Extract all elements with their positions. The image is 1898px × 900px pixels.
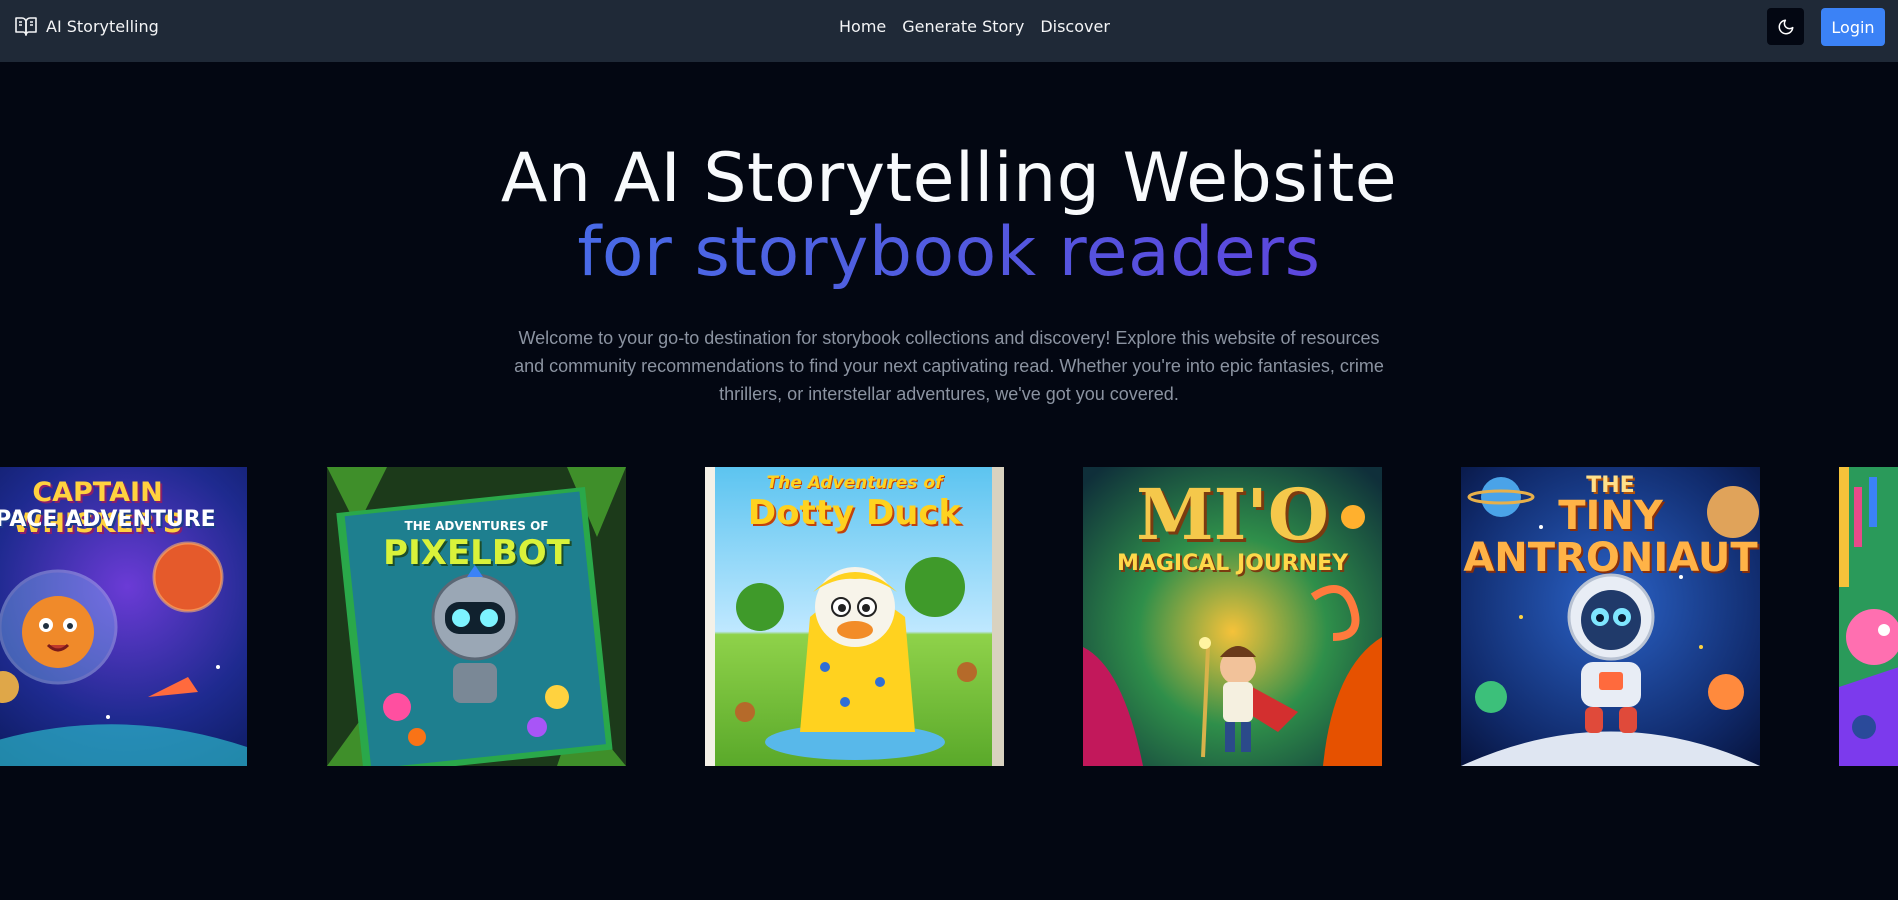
nav-discover[interactable]: Discover [1040, 17, 1110, 36]
book-cover-captain-whiskers[interactable]: CAPTAIN WHISKER'S SPACE ADVENTURE [0, 467, 247, 766]
book-cover-pixelbot[interactable]: THE ADVENTURES OF PIXELBOT [327, 467, 626, 766]
book-cover-title: PIXELBOT [383, 533, 570, 573]
book-carousel: CAPTAIN WHISKER'S SPACE ADVENTURE THE AD… [0, 467, 1898, 766]
book-cover-mio-magical-journey[interactable]: MI'O MAGICAL JOURNEY [1083, 467, 1382, 766]
book-cover-art [327, 467, 626, 766]
moon-icon [1778, 19, 1793, 34]
book-cover-partial[interactable] [1839, 467, 1898, 766]
brand-name: AI Storytelling [46, 16, 159, 36]
book-cover-art [1839, 467, 1898, 766]
hero-title-line1: An AI Storytelling Website [500, 139, 1398, 218]
book-cover-subtitle: SPACE ADVENTURE [0, 507, 216, 532]
hero-description: Welcome to your go-to destination for st… [514, 328, 1384, 404]
book-cover-title: Dotty Duck [747, 493, 962, 533]
hero-title: An AI Storytelling Website for storybook… [0, 142, 1898, 290]
nav-home[interactable]: Home [839, 17, 886, 36]
book-cover-tiny-antroniaut[interactable]: THE TINY ANTRONIAUT [1461, 467, 1760, 766]
theme-toggle-button[interactable] [1767, 8, 1804, 45]
main-nav: Home Generate Story Discover [839, 14, 1110, 38]
hero-title-line2: for storybook readers [0, 216, 1898, 290]
open-book-icon [15, 17, 37, 36]
login-button[interactable]: Login [1821, 8, 1885, 46]
brand-link[interactable]: AI Storytelling [14, 14, 159, 38]
book-cover-title: TINY ANTRONIAUT [1463, 493, 1758, 581]
book-cover-dotty-duck[interactable]: The Adventures of Dotty Duck [705, 467, 1004, 766]
nav-generate-story[interactable]: Generate Story [902, 17, 1024, 36]
book-cover-subtitle: The Adventures of [766, 473, 943, 493]
book-cover-subtitle: THE ADVENTURES OF [404, 519, 549, 533]
navbar: AI Storytelling Home Generate Story Disc… [0, 0, 1898, 62]
book-cover-title: MI'O [1136, 473, 1329, 556]
book-cover-subtitle: MAGICAL JOURNEY [1116, 551, 1349, 576]
